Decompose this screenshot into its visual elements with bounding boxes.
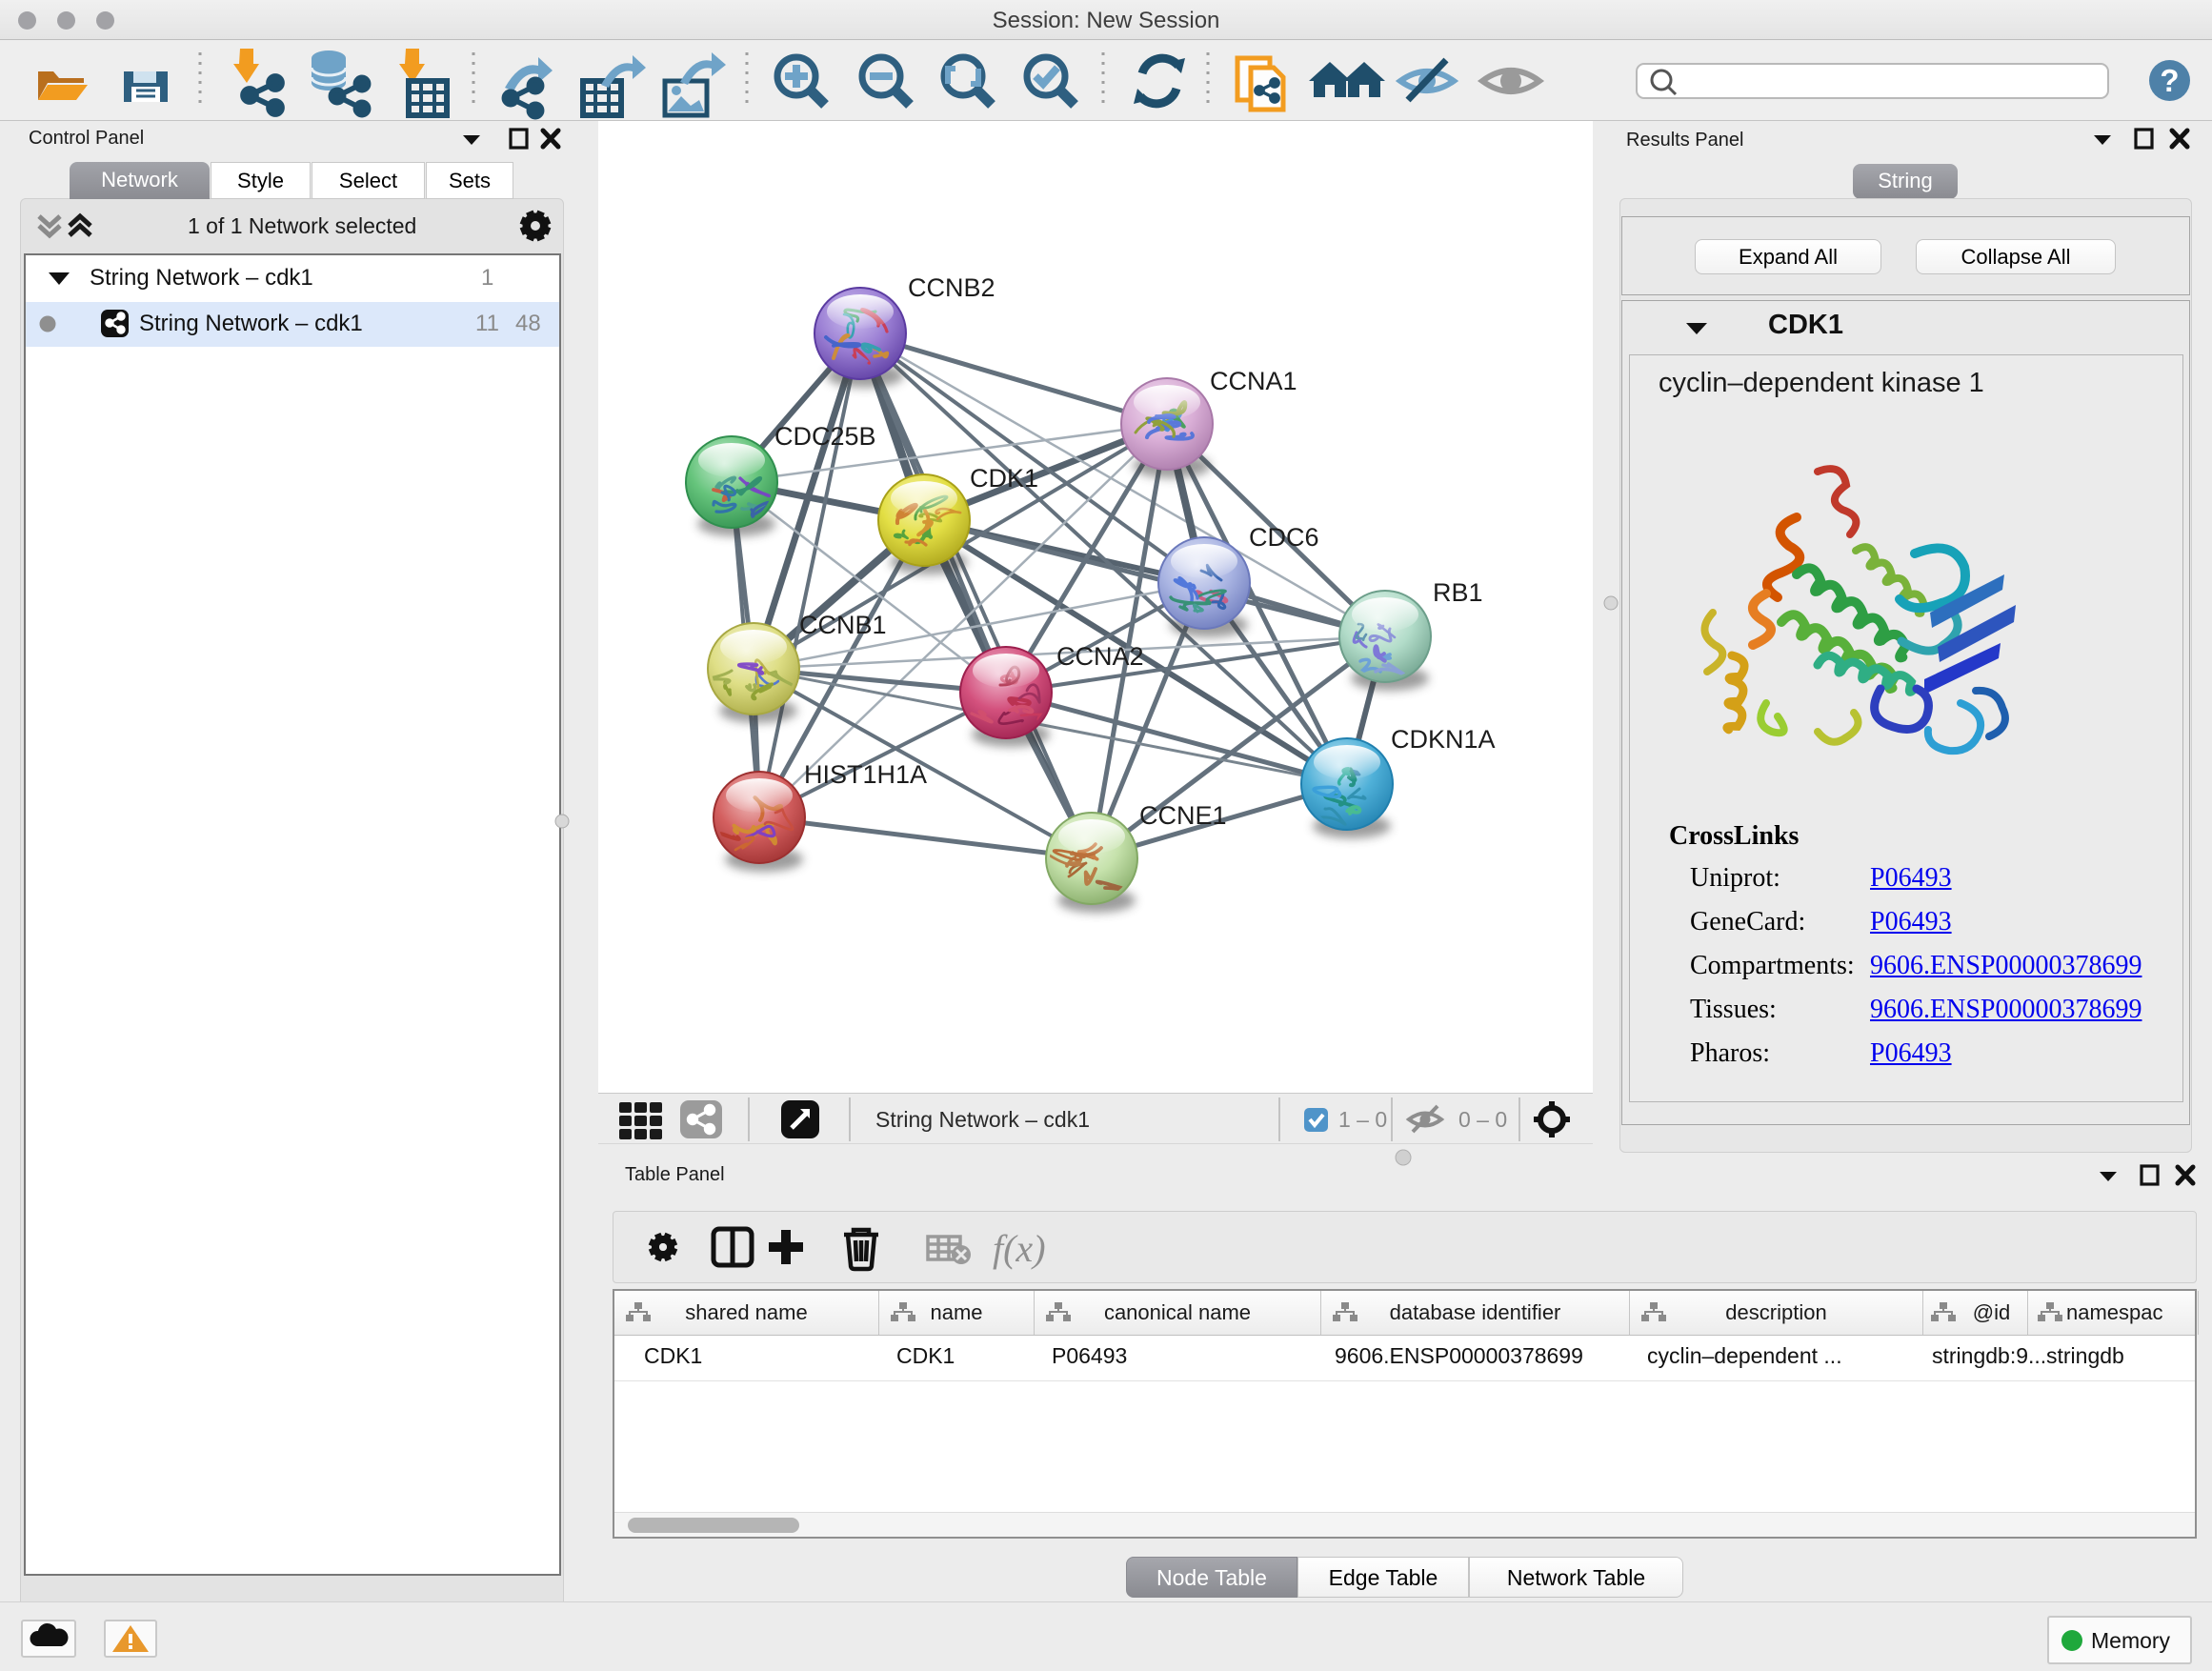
svg-text:CCNA2: CCNA2 [1056, 642, 1144, 671]
svg-text:CDC25B: CDC25B [774, 422, 876, 451]
svg-text:CCNE1: CCNE1 [1139, 801, 1227, 830]
svg-text:0 – 0: 0 – 0 [1458, 1107, 1507, 1132]
svg-text:CDK1: CDK1 [970, 464, 1038, 493]
svg-text:String Network – cdk1: String Network – cdk1 [875, 1107, 1090, 1132]
svg-text:1 of 1 Network selected: 1 of 1 Network selected [188, 213, 416, 238]
svg-text:f(x): f(x) [993, 1227, 1046, 1270]
svg-text:CDKN1A: CDKN1A [1391, 725, 1496, 754]
svg-text:CCNA1: CCNA1 [1210, 367, 1297, 395]
svg-text:RB1: RB1 [1433, 578, 1483, 607]
svg-text:CCNB1: CCNB1 [799, 611, 887, 639]
svg-text:1 – 0: 1 – 0 [1338, 1107, 1387, 1132]
svg-text:CDC6: CDC6 [1249, 523, 1319, 552]
svg-text:CCNB2: CCNB2 [908, 273, 995, 302]
svg-text:HIST1H1A: HIST1H1A [804, 760, 927, 789]
